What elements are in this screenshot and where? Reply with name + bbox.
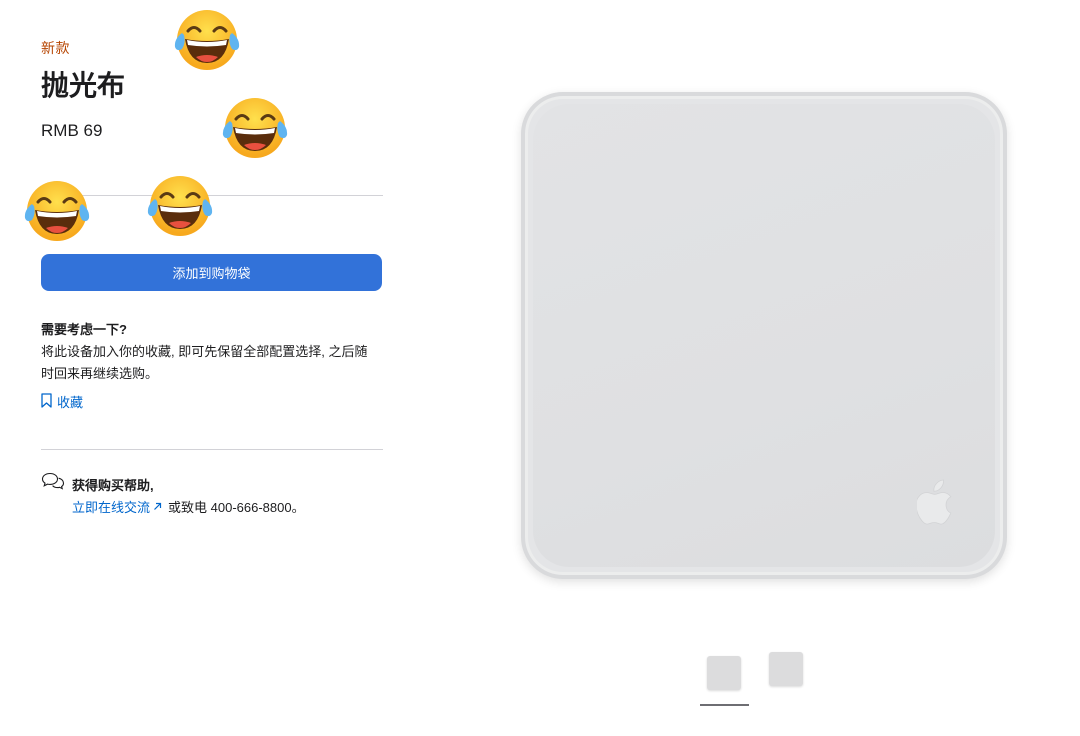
- product-page: 新款 抛光布 RMB 69 添加到购物袋 需要考虑一下? 将此设备加入你的收藏,…: [0, 0, 1080, 736]
- bookmark-icon: [41, 392, 52, 411]
- chat-now-link[interactable]: 立即在线交流: [72, 497, 162, 516]
- laughing-emoji: [22, 178, 92, 244]
- new-badge: 新款: [41, 40, 70, 56]
- save-link-label: 收藏: [57, 395, 84, 410]
- thumbnail-front[interactable]: [707, 656, 741, 690]
- chat-now-label: 立即在线交流: [72, 500, 151, 515]
- thumbnail-side[interactable]: [769, 652, 803, 686]
- chat-bubbles-icon: [41, 472, 65, 495]
- help-section: 获得购买帮助,: [41, 472, 154, 495]
- divider: [41, 449, 383, 450]
- save-link[interactable]: 收藏: [41, 392, 83, 411]
- help-title: 获得购买帮助,: [72, 478, 154, 493]
- help-contact-line: 立即在线交流 或致电 400-666-8800。: [72, 497, 305, 516]
- laughing-emoji: [172, 7, 242, 73]
- laughing-emoji: [145, 173, 215, 239]
- laughing-emoji: [220, 95, 290, 161]
- consider-heading: 需要考虑一下?: [41, 322, 127, 337]
- phone-text: 或致电 400-666-8800。: [168, 500, 305, 515]
- add-to-bag-button[interactable]: 添加到购物袋: [41, 254, 382, 291]
- apple-logo: [915, 478, 955, 526]
- thumbnail-selected-indicator: [700, 704, 749, 706]
- product-image: [521, 92, 1007, 579]
- consider-text: 将此设备加入你的收藏, 即可先保留全部配置选择, 之后随时回来再继续选购。: [41, 344, 368, 381]
- product-price: RMB 69: [41, 121, 103, 140]
- external-arrow-icon: [153, 499, 162, 514]
- product-title: 抛光布: [41, 70, 126, 101]
